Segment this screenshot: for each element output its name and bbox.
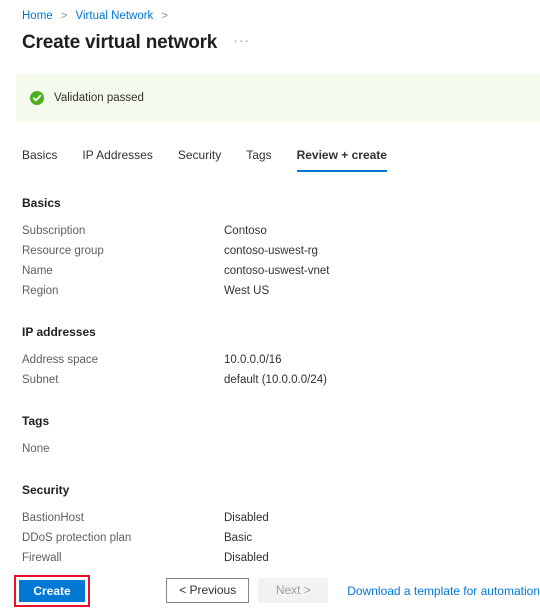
summary-value: Contoso	[224, 225, 267, 237]
summary-row-ddos-protection-plan: DDoS protection plan Basic	[22, 528, 540, 548]
create-button-highlight: Create	[14, 574, 90, 607]
summary-key: Subnet	[22, 374, 59, 386]
summary-value: Disabled	[224, 512, 269, 524]
tab-ip-addresses[interactable]: IP Addresses	[82, 147, 153, 172]
summary-key: Address space	[22, 354, 99, 366]
summary-key: Resource group	[22, 245, 104, 257]
summary-value: contoso-uswest-vnet	[224, 265, 330, 277]
page-title: Create virtual network	[22, 32, 218, 53]
summary-key: BastionHost	[22, 512, 85, 524]
previous-button[interactable]: < Previous	[166, 578, 250, 603]
breadcrumb-item-virtual-network[interactable]: Virtual Network	[76, 10, 154, 22]
tags-empty-text: None	[22, 443, 50, 455]
summary-value: Disabled	[224, 552, 269, 564]
more-options-icon[interactable]: ···	[233, 33, 250, 53]
tab-security[interactable]: Security	[178, 147, 221, 172]
summary-key: Firewall	[22, 552, 62, 564]
next-button: Next >	[258, 578, 329, 603]
check-circle-icon	[30, 91, 44, 105]
summary-key: Subscription	[22, 225, 86, 237]
validation-banner: Validation passed	[16, 74, 540, 122]
blade-footer: Create < Previous Next > Download a temp…	[0, 566, 540, 615]
validation-banner-text: Validation passed	[54, 92, 144, 104]
summary-value: contoso-uswest-rg	[224, 245, 318, 257]
summary-row-subscription: Subscription Contoso	[22, 221, 540, 241]
download-template-link[interactable]: Download a template for automation	[347, 584, 540, 598]
section-security-title: Security	[22, 483, 70, 497]
review-summary: Basics Subscription Contoso Resource gro…	[0, 196, 540, 568]
create-button[interactable]: Create	[19, 579, 85, 602]
summary-row-resource-group: Resource group contoso-uswest-rg	[22, 241, 540, 261]
tab-basics[interactable]: Basics	[22, 147, 57, 172]
tab-review-create[interactable]: Review + create	[296, 147, 387, 172]
summary-value: default (10.0.0.0/24)	[224, 374, 327, 386]
create-virtual-network-blade: Home > Virtual Network > Create virtual …	[0, 0, 540, 615]
summary-row-region: Region West US	[22, 281, 540, 301]
breadcrumb-item-home[interactable]: Home	[22, 10, 53, 22]
section-ip-addresses: IP addresses Address space 10.0.0.0/16 S…	[22, 325, 540, 390]
section-basics: Basics Subscription Contoso Resource gro…	[22, 196, 540, 301]
breadcrumb: Home > Virtual Network >	[0, 0, 540, 24]
section-basics-title: Basics	[22, 196, 61, 210]
section-ip-addresses-title: IP addresses	[22, 325, 96, 339]
summary-row-address-space: Address space 10.0.0.0/16	[22, 350, 540, 370]
summary-key: Region	[22, 285, 59, 297]
summary-key: DDoS protection plan	[22, 532, 132, 544]
summary-row-bastion-host: BastionHost Disabled	[22, 508, 540, 528]
summary-row-name: Name contoso-uswest-vnet	[22, 261, 540, 281]
summary-value: West US	[224, 285, 270, 297]
summary-key: Name	[22, 265, 53, 277]
wizard-tabs: Basics IP Addresses Security Tags Review…	[22, 144, 540, 172]
page-header: Create virtual network ···	[0, 24, 540, 56]
section-tags-title: Tags	[22, 414, 50, 428]
tab-tags[interactable]: Tags	[246, 147, 271, 172]
summary-row-subnet: Subnet default (10.0.0.0/24)	[22, 370, 540, 390]
summary-row-firewall: Firewall Disabled	[22, 548, 540, 568]
breadcrumb-separator: >	[60, 10, 68, 22]
section-tags: Tags None	[22, 414, 540, 459]
breadcrumb-separator-2: >	[161, 10, 168, 22]
summary-value: Basic	[224, 532, 253, 544]
section-security: Security BastionHost Disabled DDoS prote…	[22, 483, 540, 568]
summary-value: 10.0.0.0/16	[224, 354, 282, 366]
